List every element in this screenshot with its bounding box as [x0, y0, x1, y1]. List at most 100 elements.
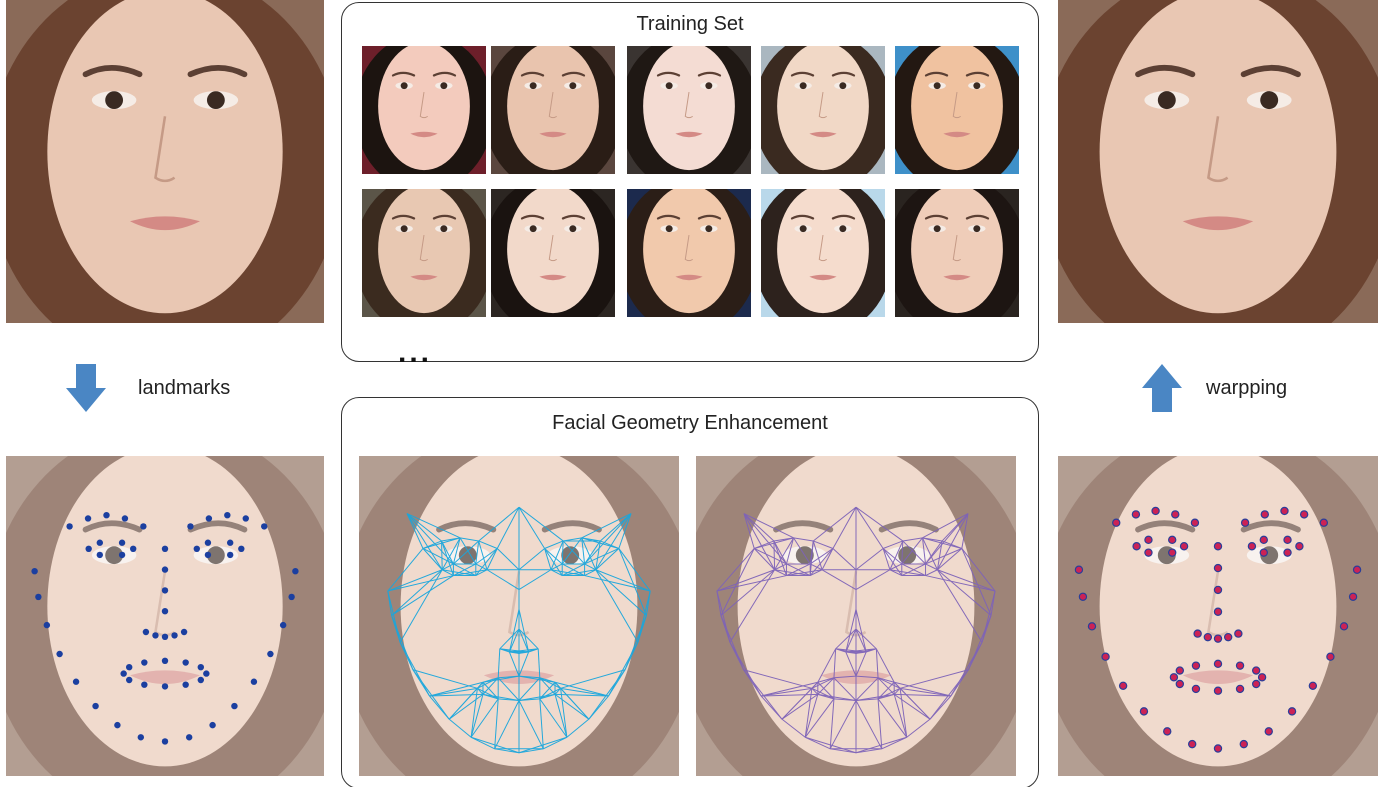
- landmark-dot: [1213, 634, 1223, 643]
- landmark-dot: [1190, 518, 1200, 527]
- landmark-dot: [1139, 707, 1149, 716]
- landmark-dot: [66, 523, 73, 530]
- landmark-dot: [1299, 510, 1309, 519]
- landmark-dot: [171, 632, 178, 639]
- landmark-dot: [1352, 565, 1362, 574]
- landmark-dot: [1168, 535, 1177, 545]
- landmark-dot: [1308, 681, 1318, 690]
- landmark-dot: [242, 515, 249, 522]
- landmark-dot: [1131, 510, 1141, 519]
- landmark-dot: [197, 676, 205, 684]
- landmark-dot: [182, 681, 189, 688]
- landmark-dot: [1280, 506, 1289, 516]
- landmark-dot: [35, 593, 42, 601]
- landmark-dot: [1191, 661, 1201, 670]
- landmark-dot: [1118, 681, 1128, 690]
- landmark-dot: [180, 628, 188, 636]
- landmark-dot: [185, 734, 193, 741]
- landmark-dot: [1223, 632, 1233, 642]
- landmark-dot: [1251, 666, 1261, 675]
- landmark-dot: [85, 545, 92, 552]
- landmark-dot: [1264, 727, 1273, 736]
- landmark-dot: [288, 593, 295, 601]
- landmark-dot: [1203, 632, 1213, 642]
- landmark-dot: [1339, 622, 1349, 631]
- landmark-dot: [103, 512, 110, 519]
- landmark-dot: [1175, 666, 1185, 675]
- warped-landmarks-face-photo: [1058, 456, 1378, 776]
- landmark-dot: [1239, 739, 1249, 749]
- landmark-dot: [1187, 739, 1197, 749]
- landmark-dot: [1213, 686, 1223, 695]
- landmark-dot: [141, 659, 148, 666]
- landmark-dot: [1132, 542, 1141, 551]
- landmark-dot: [120, 670, 127, 677]
- landmark-dot: [1074, 565, 1084, 574]
- landmark-dot: [1171, 510, 1180, 519]
- landmark-dot: [161, 545, 169, 552]
- landmark-dot: [161, 587, 169, 594]
- warping-step: warpping: [1142, 364, 1287, 412]
- landmark-dot: [250, 678, 258, 685]
- training-thumbnail: [627, 189, 751, 317]
- landmark-dot: [267, 650, 274, 658]
- training-thumbnail: [627, 46, 751, 174]
- landmark-dot: [84, 515, 92, 522]
- landmark-dot: [204, 539, 212, 546]
- landmark-dot: [96, 551, 104, 559]
- landmark-dot: [279, 621, 287, 629]
- landmark-dot: [72, 678, 80, 685]
- landmark-dot: [142, 628, 150, 636]
- landmark-dot: [1151, 506, 1160, 516]
- landmark-dot: [96, 539, 104, 546]
- landmark-dot: [121, 515, 129, 522]
- landmark-dot: [203, 670, 210, 677]
- landmark-dot: [209, 721, 216, 729]
- landmark-dot: [1234, 629, 1243, 638]
- more-samples-ellipsis: ...: [398, 336, 433, 369]
- training-thumbnail: [362, 46, 486, 174]
- landmarks-step: landmarks: [66, 364, 230, 412]
- landmark-dot: [137, 734, 145, 741]
- warping-label: warpping: [1206, 376, 1288, 399]
- training-thumbnail: [491, 46, 615, 174]
- landmark-dot: [1247, 542, 1257, 551]
- landmark-dot: [1175, 679, 1185, 689]
- landmark-dot: [197, 664, 205, 671]
- landmark-dot: [1213, 659, 1223, 669]
- landmark-dot: [1144, 548, 1153, 557]
- landmark-dot: [92, 702, 99, 710]
- landmark-dot: [1287, 707, 1297, 716]
- training-thumbnail: [761, 189, 885, 317]
- landmark-dot: [1213, 744, 1223, 753]
- landmark-dot: [1213, 563, 1223, 573]
- landmark-dot: [1144, 535, 1153, 545]
- landmark-dot: [118, 539, 126, 546]
- landmark-dot: [125, 664, 133, 671]
- landmark-dot: [161, 633, 169, 640]
- landmark-dot: [1078, 592, 1088, 601]
- landmark-dot: [205, 515, 213, 522]
- mesh-face-enhanced: [696, 456, 1016, 776]
- output-face-photo: [1058, 0, 1378, 323]
- up-arrow-icon: [1142, 364, 1182, 412]
- landmark-dot: [31, 568, 38, 575]
- landmark-dot: [1169, 673, 1179, 682]
- landmark-dot: [140, 523, 147, 530]
- landmark-dot: [1240, 518, 1250, 527]
- landmark-dot: [1251, 679, 1261, 689]
- landmark-dot: [161, 738, 169, 745]
- landmark-dot: [193, 545, 200, 552]
- landmark-dot: [238, 545, 245, 552]
- training-thumbnail: [895, 46, 1019, 174]
- landmark-dot: [125, 676, 133, 684]
- landmark-dot: [1235, 661, 1245, 670]
- landmark-dot: [187, 523, 194, 530]
- landmark-dot: [1168, 548, 1177, 557]
- landmark-dot: [1283, 548, 1292, 557]
- landmark-dot: [130, 545, 137, 552]
- landmark-dot: [161, 608, 169, 615]
- landmark-dot: [1259, 535, 1268, 545]
- training-thumbnail: [491, 189, 615, 317]
- landmark-dot: [182, 659, 189, 666]
